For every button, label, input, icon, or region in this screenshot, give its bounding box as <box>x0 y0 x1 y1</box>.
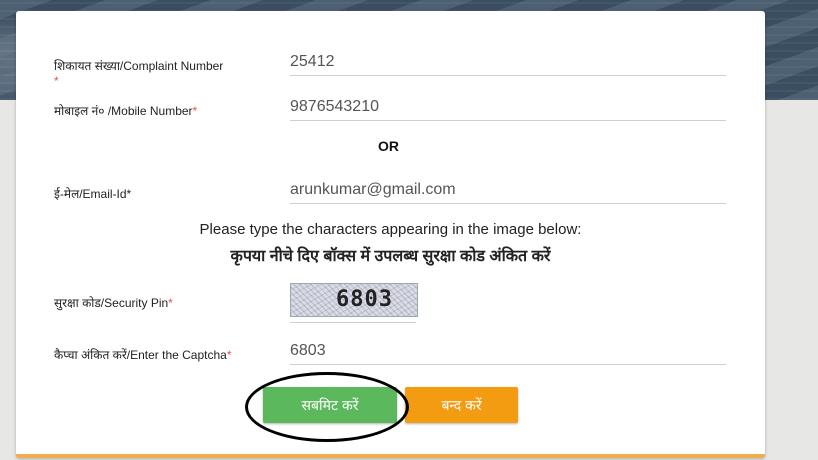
required-asterisk: * <box>226 348 232 362</box>
captcha-entry-field[interactable]: 6803 <box>290 338 726 365</box>
submit-button[interactable]: सबमिट करें <box>263 387 397 423</box>
captcha-underline <box>290 322 416 323</box>
security-pin-label-text: सुरक्षा कोड/Security Pin <box>54 296 169 310</box>
security-pin-label: सुरक्षा कोड/Security Pin* <box>54 294 173 311</box>
required-asterisk: * <box>168 296 173 310</box>
required-asterisk: * <box>54 74 59 88</box>
complaint-number-label-text: शिकायत संख्या/Complaint Number <box>54 59 224 73</box>
mobile-number-label-text: मोबाइल नं० /Mobile Number <box>54 104 193 118</box>
required-asterisk: * <box>192 104 198 118</box>
captcha-image-text: 6803 <box>336 287 393 312</box>
captcha-image: 6803 <box>290 283 418 317</box>
email-field[interactable]: arunkumar@gmail.com <box>290 177 726 204</box>
close-button[interactable]: बन्द करें <box>405 387 518 423</box>
mobile-number-label: मोबाइल नं० /Mobile Number* <box>54 102 197 119</box>
email-label: ई-मेल/Email-Id* <box>54 187 132 201</box>
complaint-number-label: शिकायत संख्या/Complaint Number * <box>54 57 223 88</box>
or-separator: OR <box>378 138 399 154</box>
captcha-instruction-english: Please type the characters appearing in … <box>199 221 582 238</box>
captcha-instruction-hindi: कृपया नीचे दिए बॉक्स में उपलब्ध सुरक्षा … <box>230 248 551 265</box>
complaint-number-field[interactable]: 25412 <box>290 49 726 76</box>
complaint-status-form: शिकायत संख्या/Complaint Number * 25412 म… <box>16 11 765 458</box>
captcha-entry-label: कैप्चा अंकित करें/Enter the Captcha* <box>54 346 232 363</box>
captcha-entry-label-text: कैप्चा अंकित करें/Enter the Captcha <box>54 348 227 362</box>
mobile-number-field[interactable]: 9876543210 <box>290 94 726 121</box>
